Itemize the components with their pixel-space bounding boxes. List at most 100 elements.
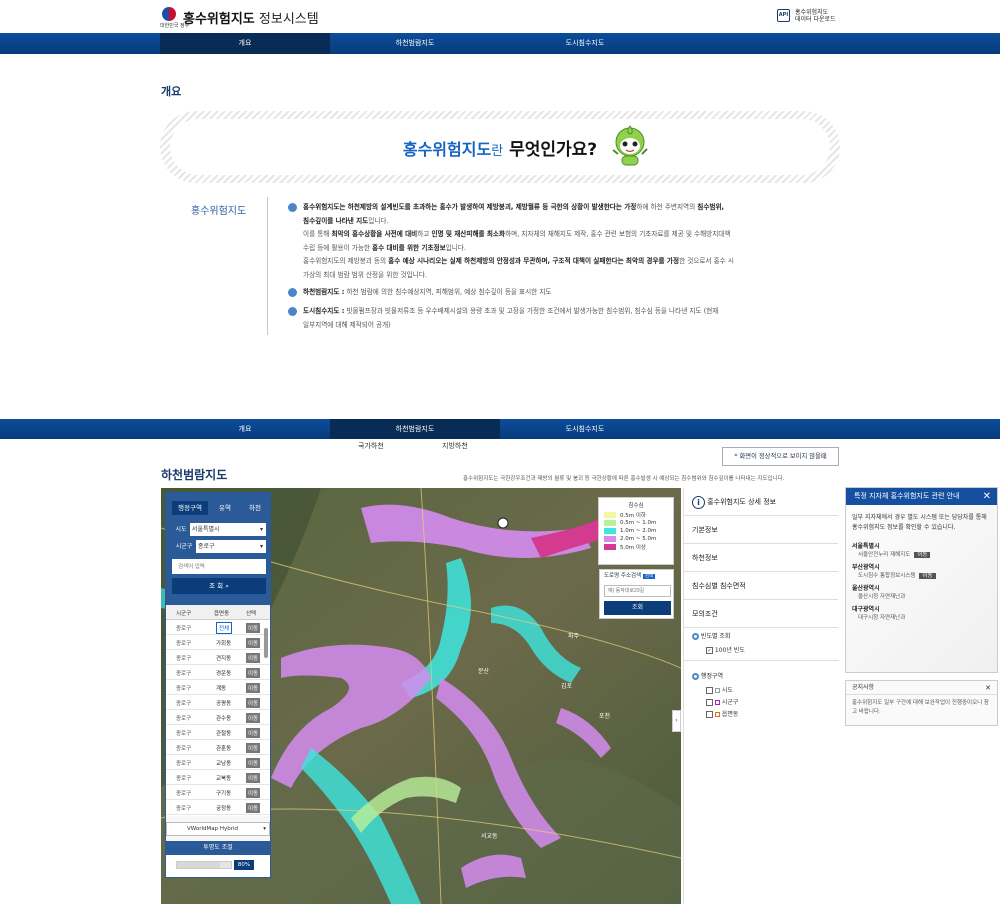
table-row: 종로구 계동 이동 (166, 680, 270, 695)
notice-box: 공지사항 ✕ 홍수위험지도 일부 구간에 대해 보완작업이 진행중이오니 참고 바… (845, 680, 998, 726)
detail-info-panel: i 홍수위험지도 상세 정보 기본정보 하천정보 침수심별 침수면적 모의조건 빈도별… (683, 488, 839, 904)
tab-overview[interactable]: 개요 (160, 33, 330, 54)
row-sigungu: 종로구 (176, 776, 192, 782)
row-move-button[interactable]: 이동 (246, 683, 261, 693)
row-dong: 교북동 (216, 776, 232, 782)
row-move-button[interactable]: 이동 (246, 803, 261, 813)
intro-banner: 홍수위험지도란 무엇인가요? (160, 111, 840, 183)
road-search-button[interactable]: 조회 (604, 601, 671, 615)
location-marker-icon[interactable] (497, 517, 509, 529)
road-address-search: 도로명 주소검색 검색 조회 (599, 569, 674, 619)
info-panel-header: i 홍수위험지도 상세 정보 (684, 488, 838, 516)
scrollbar[interactable] (264, 628, 268, 658)
tab-urban-flood-map-2[interactable]: 도시침수지도 (500, 419, 670, 439)
table-row: 종로구 견지동 이동 (166, 650, 270, 665)
table-row: 종로구 전체 이동 (166, 620, 270, 635)
row-move-button[interactable]: 이동 (246, 743, 261, 753)
row-dong: 교남동 (216, 761, 232, 767)
row-dong: 구기동 (216, 791, 232, 797)
opacity-slider[interactable] (176, 861, 232, 869)
popup-city-sub: 서울안전누리 재해지도 (858, 552, 911, 558)
legend-item: 5.0m 이상 (604, 543, 668, 551)
row-sigungu: 종로구 (176, 761, 192, 767)
tab-overview-2[interactable]: 개요 (160, 419, 330, 439)
legend-swatch (604, 520, 616, 526)
bullet-urban-map: 도시침수지도 : 빗물펌프장과 빗물저류조 등 우수배제시설의 용량 초과 및 … (288, 305, 813, 332)
row-move-button[interactable]: 이동 (246, 773, 261, 783)
tab-river[interactable]: 하천 (240, 501, 270, 515)
row-dong: 궁정동 (216, 806, 232, 812)
tab-urban-flood-map[interactable]: 도시침수지도 (500, 33, 670, 54)
popup-move-button[interactable]: 이동 (919, 573, 936, 579)
tab-watershed[interactable]: 유역 (210, 501, 240, 515)
region-table-header: 시군구 읍면동 선택 (166, 605, 270, 620)
legend-swatch (604, 536, 616, 542)
frequency-100yr-checkbox[interactable]: ✓ 100년 빈도 (706, 645, 745, 654)
tab-river-flood-map[interactable]: 하천범람지도 (330, 33, 500, 54)
layer-eupmyeondong-checkbox[interactable]: 읍면동 (706, 709, 738, 721)
close-icon[interactable]: ✕ (983, 488, 991, 505)
row-move-button[interactable]: 이동 (246, 713, 261, 723)
water-drop-icon (288, 288, 297, 297)
legend-item: 0.5m ~ 1.0m (604, 519, 668, 527)
info-section-item[interactable]: 기본정보 (684, 516, 838, 544)
row-dong: 견지동 (216, 656, 232, 662)
table-row: 종로구 가회동 이동 (166, 635, 270, 650)
chevron-down-icon: ▾ (259, 543, 263, 550)
layer-sido-checkbox[interactable]: 시도 (706, 685, 738, 697)
layer-sigungu-checkbox[interactable]: 시군구 (706, 697, 738, 709)
info-section-item[interactable]: 모의조건 (684, 600, 838, 628)
legend-title: 침수심 (628, 503, 644, 509)
app-title[interactable]: 홍수위험지도 정보시스템 (183, 8, 319, 27)
popup-city-name: 부산광역시 (852, 564, 880, 571)
row-move-button[interactable]: 이동 (246, 653, 261, 663)
popup-move-button[interactable]: 이동 (914, 552, 931, 558)
sigungu-select[interactable]: 시군구 종로구 ▾ (172, 540, 266, 553)
table-row: 종로구 교북동 이동 (166, 770, 270, 785)
expand-panel-arrow-icon[interactable]: › (672, 710, 681, 732)
sido-select[interactable]: 시도 서울특별시 ▾ (172, 523, 266, 536)
popup-city-sub: 대구시청 자연재난과 (858, 615, 906, 621)
display-help-button[interactable]: * 화면이 정상적으로 보이지 않을때 (722, 447, 839, 466)
table-row: 종로구 교남동 이동 (166, 755, 270, 770)
row-sigungu: 종로구 (176, 671, 192, 677)
table-row: 종로구 공평동 이동 (166, 695, 270, 710)
row-move-button[interactable]: 이동 (246, 698, 261, 708)
admin-layer-list: 시도 시군구 읍면동 (706, 685, 738, 721)
row-move-button[interactable]: 이동 (246, 788, 261, 798)
tab-river-flood-map-2[interactable]: 하천범람지도 (330, 419, 500, 439)
info-section-item[interactable]: 하천정보 (684, 544, 838, 572)
search-input[interactable] (172, 559, 266, 574)
row-sigungu: 종로구 (176, 686, 192, 692)
row-dong: 가회동 (216, 641, 232, 647)
subtab-national-river[interactable]: 국가하천 (358, 442, 384, 450)
row-move-button[interactable]: 이동 (246, 758, 261, 768)
popup-city-name: 울산광역시 (852, 585, 880, 592)
api-download-icon[interactable]: API (777, 9, 790, 22)
basemap-select[interactable]: VWorldMap Hybrid ▾ (166, 822, 270, 836)
legend-item: 1.0m ~ 2.0m (604, 527, 668, 535)
road-address-input[interactable] (604, 585, 671, 597)
legend-swatch (604, 512, 616, 518)
subtab-local-river[interactable]: 지방하천 (442, 442, 468, 450)
row-sigungu: 종로구 (176, 626, 192, 632)
row-dong: 계동 (216, 686, 227, 692)
popup-header: 특정 지자체 홍수위험지도 관련 안내 ✕ (846, 488, 997, 505)
bullet-river-map: 하천범람지도 : 하천 범람에 의한 침수예상지역, 피해범위, 예상 침수깊이… (288, 286, 813, 300)
legend-swatch (604, 544, 616, 550)
close-icon[interactable]: ✕ (985, 681, 991, 695)
map-title: 하천범람지도 (161, 468, 228, 482)
row-move-button[interactable]: 이동 (246, 638, 261, 648)
row-move-button[interactable]: 이동 (246, 623, 261, 633)
data-download-link[interactable]: 홍수위험지도 데이터 다운로드 (795, 9, 836, 23)
tab-admin-region[interactable]: 행정구역 (172, 501, 208, 515)
bullet-definition: 홍수위험지도는 하천제방의 설계빈도를 초과하는 홍수가 발생하여 제방붕괴, … (288, 201, 813, 282)
popup-city-item: 서울특별시 서울안전누리 재해지도 이동 (852, 541, 991, 558)
legend-label: 5.0m 이상 (620, 545, 646, 551)
info-section-item[interactable]: 침수심별 침수면적 (684, 572, 838, 600)
map-place-label: 서교동 (481, 832, 498, 840)
row-move-button[interactable]: 이동 (246, 668, 261, 678)
search-button[interactable]: 조 회 ⌕ (172, 578, 266, 594)
table-row: 종로구 구기동 이동 (166, 785, 270, 800)
row-move-button[interactable]: 이동 (246, 728, 261, 738)
